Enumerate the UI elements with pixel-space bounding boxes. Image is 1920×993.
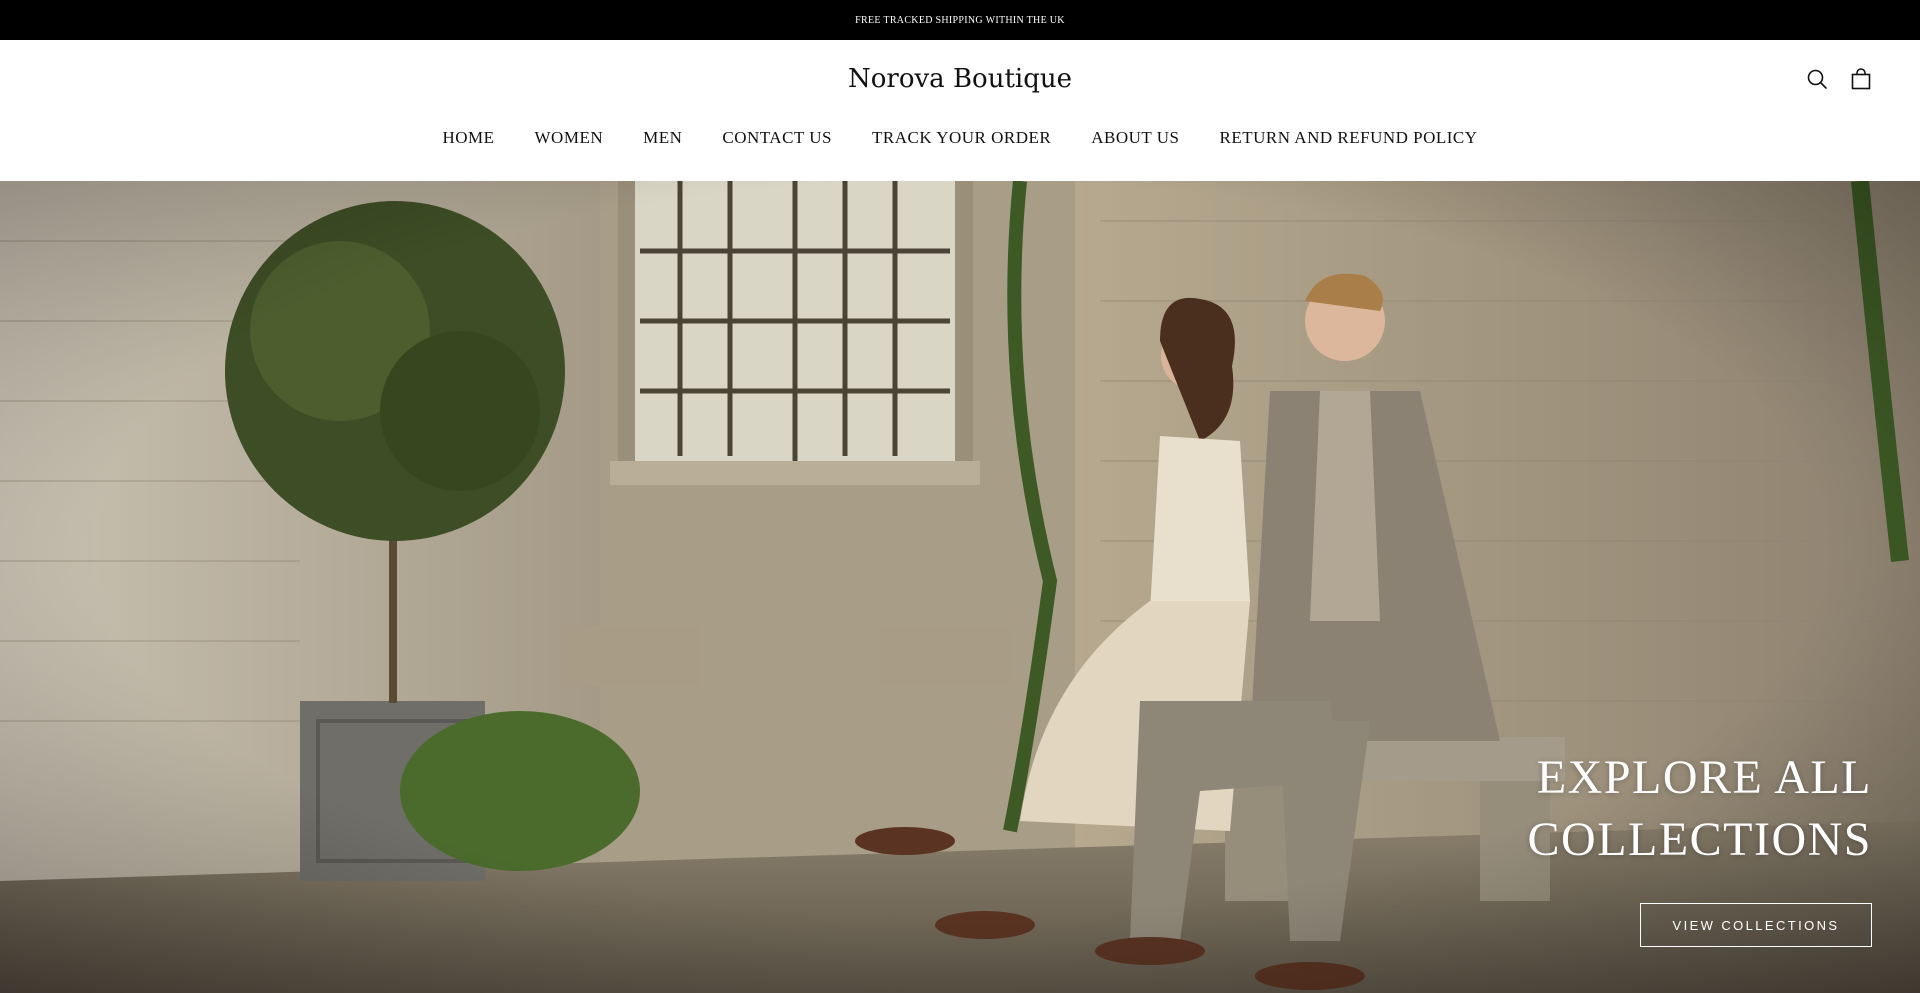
- nav-home[interactable]: HOME: [442, 128, 494, 148]
- view-collections-button[interactable]: VIEW COLLECTIONS: [1640, 903, 1872, 947]
- hero-heading: EXPLORE ALL COLLECTIONS: [1528, 747, 1872, 871]
- shopping-bag-icon[interactable]: [1850, 68, 1872, 90]
- nav-track-your-order[interactable]: TRACK YOUR ORDER: [872, 128, 1051, 148]
- nav-men[interactable]: MEN: [643, 128, 682, 148]
- hero-banner: EXPLORE ALL COLLECTIONS VIEW COLLECTIONS: [0, 181, 1920, 993]
- nav-women[interactable]: WOMEN: [535, 128, 604, 148]
- announcement-bar: FREE TRACKED SHIPPING WITHIN THE UK: [0, 0, 1920, 40]
- header-icons: [1806, 68, 1872, 90]
- hero-heading-line-1: EXPLORE ALL: [1536, 751, 1872, 804]
- search-icon[interactable]: [1806, 68, 1828, 90]
- announcement-text: FREE TRACKED SHIPPING WITHIN THE UK: [855, 14, 1065, 26]
- site-header: Norova Boutique HOME WOMEN MEN CONTACT U…: [0, 40, 1920, 181]
- nav-contact-us[interactable]: CONTACT US: [722, 128, 832, 148]
- nav-about-us[interactable]: ABOUT US: [1091, 128, 1179, 148]
- main-nav: HOME WOMEN MEN CONTACT US TRACK YOUR ORD…: [0, 128, 1920, 148]
- nav-return-refund-policy[interactable]: RETURN AND REFUND POLICY: [1220, 128, 1478, 148]
- hero-image: [0, 181, 1920, 993]
- hero-heading-line-2: COLLECTIONS: [1527, 813, 1872, 866]
- store-logo[interactable]: Norova Boutique: [0, 64, 1920, 94]
